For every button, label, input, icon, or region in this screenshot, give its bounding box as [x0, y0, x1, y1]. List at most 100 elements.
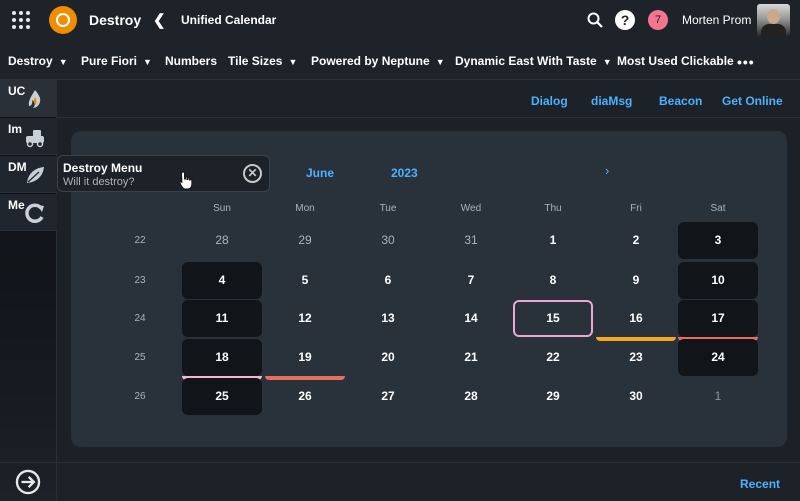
rail-item-label: Me — [8, 198, 25, 212]
calendar-day[interactable]: 6 — [348, 262, 428, 299]
avatar[interactable] — [757, 4, 790, 36]
weekday-header: Tue — [379, 203, 397, 214]
calendar-day[interactable]: 8 — [513, 262, 593, 299]
calendar-day[interactable]: 12 — [265, 300, 345, 337]
chevron-down-icon: ▼ — [58, 57, 68, 67]
menu-item-pure-fiori[interactable]: Pure Fiori ▼ — [81, 54, 152, 68]
calendar-year-button[interactable]: 2023 — [391, 166, 418, 180]
truck-icon — [26, 130, 44, 148]
menu-item-numbers[interactable]: Numbers — [165, 54, 217, 68]
calendar-day[interactable]: 29 — [513, 378, 593, 415]
notification-badge[interactable]: 7 — [648, 10, 668, 30]
rail-item-uc[interactable]: UC — [0, 80, 57, 117]
calendar-day[interactable]: 29 — [265, 222, 345, 259]
hand-cursor-icon — [179, 171, 193, 190]
calendar-day[interactable]: 13 — [348, 300, 428, 337]
calendar-day[interactable]: 17 — [678, 300, 758, 337]
search-icon[interactable] — [587, 12, 603, 28]
flame-icon — [28, 90, 41, 108]
beacon-link[interactable]: Beacon — [659, 94, 702, 108]
calendar-day[interactable]: 23 — [596, 339, 676, 376]
week-number: 23 — [134, 275, 146, 286]
chevron-down-icon: ▼ — [435, 57, 445, 67]
calendar-day[interactable]: 4 — [182, 262, 262, 299]
calendar-day-today[interactable]: 15 — [513, 300, 593, 337]
rail-item-im[interactable]: Im — [0, 118, 57, 155]
company-logo[interactable] — [49, 6, 77, 34]
calendar-day[interactable]: 5 — [265, 262, 345, 299]
get-online-link[interactable]: Get Online — [722, 94, 783, 108]
calendar-day[interactable]: 27 — [348, 378, 428, 415]
calendar-day[interactable]: 3 — [678, 222, 758, 259]
calendar-next-icon[interactable]: › — [605, 163, 609, 178]
diamsg-link[interactable]: diaMsg — [591, 94, 632, 108]
menu-item-tile-sizes[interactable]: Tile Sizes ▼ — [228, 54, 297, 68]
calendar-day[interactable]: 30 — [348, 222, 428, 259]
calendar-day[interactable]: 26 — [265, 378, 345, 415]
weekday-header: Mon — [295, 203, 315, 214]
calendar-day[interactable]: 18 — [182, 339, 262, 376]
weekday-header: Sat — [710, 203, 726, 214]
calendar-day[interactable]: 19 — [265, 339, 345, 376]
side-rail: UC Im DM Me — [0, 80, 57, 501]
week-number: 26 — [134, 391, 146, 402]
weekday-header: Thu — [544, 203, 562, 214]
arrow-right-circle-icon[interactable] — [15, 469, 41, 495]
rail-item-label: UC — [8, 84, 26, 98]
calendar-month-button[interactable]: June — [306, 166, 334, 180]
calendar-day[interactable]: 1 — [678, 378, 758, 415]
rail-item-dm[interactable]: DM — [0, 156, 57, 193]
week-number: 22 — [134, 235, 146, 246]
dialog-link[interactable]: Dialog — [531, 94, 568, 108]
calendar-day[interactable]: 30 — [596, 378, 676, 415]
popover-title: Destroy Menu — [63, 161, 143, 175]
calendar-day[interactable]: 16 — [596, 300, 676, 337]
app-launcher-icon[interactable] — [12, 11, 30, 29]
page-title: Unified Calendar — [181, 13, 277, 27]
calendar-day[interactable]: 22 — [513, 339, 593, 376]
chevron-down-icon: ▼ — [602, 57, 612, 67]
weekday-header: Sun — [213, 203, 231, 214]
chevron-down-icon: ▼ — [143, 57, 152, 67]
calendar-day[interactable]: 9 — [596, 262, 676, 299]
app-title[interactable]: Destroy — [89, 12, 141, 28]
calendar-day[interactable]: 20 — [348, 339, 428, 376]
weekday-header: Fri — [630, 203, 642, 214]
calendar-day[interactable]: 28 — [182, 222, 262, 259]
menu-bar: Destroy ▼ Pure Fiori ▼ Numbers Tile Sizes ▼… — [0, 40, 800, 119]
calendar-day[interactable]: 24 — [678, 339, 758, 376]
calendar-day[interactable]: 2 — [596, 222, 676, 259]
calendar-day[interactable]: 7 — [431, 262, 511, 299]
refresh-icon — [25, 203, 44, 223]
popover-subtitle: Will it destroy? — [63, 176, 135, 188]
week-number: 24 — [134, 313, 146, 324]
user-name[interactable]: Morten Prom — [682, 13, 751, 27]
weekday-header: Wed — [460, 203, 482, 214]
calendar-day[interactable]: 25 — [182, 378, 262, 415]
menu-item-destroy[interactable]: Destroy ▼ — [8, 54, 68, 68]
calendar-day[interactable]: 31 — [431, 222, 511, 259]
more-icon[interactable]: ••• — [737, 54, 755, 70]
menu-item-most-used-clickable[interactable]: Most Used Clickable — [617, 54, 734, 68]
recent-link[interactable]: Recent — [740, 477, 780, 491]
calendar-day[interactable]: 10 — [678, 262, 758, 299]
leaf-icon — [27, 167, 44, 183]
rail-footer — [0, 462, 57, 501]
rail-item-label: Im — [8, 122, 23, 136]
toolbar: Dialog diaMsg Beacon Get Online — [57, 80, 800, 118]
menu-item-powered-by-neptune[interactable]: Powered by Neptune ▼ — [311, 54, 445, 68]
footer-bar: Recent — [57, 462, 800, 501]
menu-item-dynamic-east[interactable]: Dynamic East With Taste ▼ — [455, 54, 612, 68]
back-arrow-icon[interactable]: ❮ — [153, 11, 166, 29]
shell-bar: Destroy ❮ Unified Calendar ? 7 Morten Pr… — [0, 0, 800, 40]
calendar-day[interactable]: 11 — [182, 300, 262, 337]
rail-item-me[interactable]: Me — [0, 194, 57, 231]
calendar-day[interactable]: 14 — [431, 300, 511, 337]
calendar-day[interactable]: 1 — [513, 222, 593, 259]
week-number: 25 — [134, 352, 146, 363]
calendar-day[interactable]: 28 — [431, 378, 511, 415]
close-icon[interactable]: ✕ — [243, 164, 262, 183]
help-icon[interactable]: ? — [615, 10, 635, 30]
destroy-menu-popover[interactable]: Destroy Menu Will it destroy? ✕ — [57, 155, 270, 192]
calendar-day[interactable]: 21 — [431, 339, 511, 376]
